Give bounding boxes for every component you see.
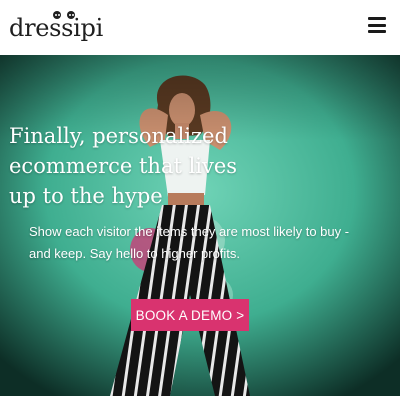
hero-section: Finally, personalized ecommerce that liv… (0, 55, 400, 396)
page-bottom-edge (0, 396, 400, 400)
logo-dot-icon (53, 11, 61, 19)
hamburger-menu-icon[interactable] (368, 17, 386, 33)
hero-subheadline: Show each visitor the items they are mos… (29, 224, 350, 261)
book-a-demo-button[interactable]: BOOK A DEMO > (131, 299, 249, 331)
site-header: dressipi (0, 0, 400, 55)
hero-headline: Finally, personalized ecommerce that liv… (9, 124, 238, 208)
logo-dot-icon (67, 11, 75, 19)
